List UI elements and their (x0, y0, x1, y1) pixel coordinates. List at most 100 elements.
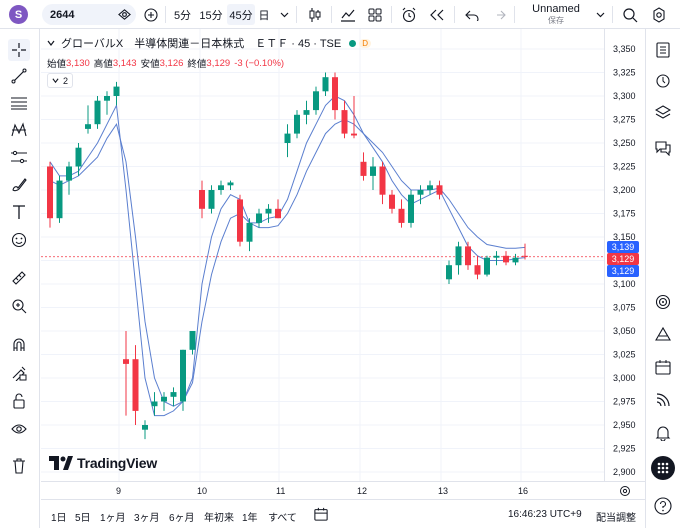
range-1d[interactable]: 1日 (51, 509, 67, 524)
clock-display[interactable]: 16:46:23 UTC+9 (508, 509, 582, 520)
horizontal-lines-icon[interactable] (8, 92, 30, 114)
candle-body (398, 208, 405, 223)
time-tick-label: 12 (357, 486, 367, 496)
crosshair-icon[interactable] (8, 39, 30, 61)
chart-pane[interactable]: グローバルX 半導体関連－日本株式 ＥＴＦ · 45 · TSE D 始値 3,1… (41, 29, 604, 481)
price-tick-label: 3,075 (613, 303, 636, 313)
layers-icon[interactable] (652, 101, 674, 123)
ruler-icon[interactable] (8, 267, 30, 289)
candle-body (332, 77, 338, 111)
ma-slow-line (49, 118, 526, 407)
price-tick-label: 3,275 (613, 115, 636, 125)
candle-body (180, 349, 186, 402)
alerts-clock-icon[interactable] (652, 69, 674, 91)
indicators-toggle-button[interactable]: 2 (47, 73, 74, 88)
tradingview-logo-icon (49, 456, 73, 470)
range-ytd[interactable]: 年初来 (204, 509, 234, 524)
candle-body (284, 133, 291, 143)
emoji-icon[interactable] (8, 229, 30, 251)
time-axis[interactable]: 9 10 11 12 13 16 (41, 481, 645, 499)
candle-body (170, 392, 177, 397)
legend-title-row: グローバルX 半導体関連－日本株式 ＥＴＦ · 45 · TSE D (47, 35, 371, 51)
candle-body (218, 185, 224, 190)
calendar-icon[interactable] (652, 356, 674, 378)
collapse-chevron-icon[interactable] (47, 39, 55, 47)
candle-body (208, 190, 215, 209)
candle-body (123, 359, 129, 364)
price-tick-label: 3,300 (613, 91, 636, 101)
candle-body (370, 166, 376, 176)
ma2-price-label: 3,129 (607, 265, 639, 278)
timeframe-15m[interactable]: 15分 (197, 4, 225, 25)
timeframe-dropdown-icon[interactable] (277, 4, 291, 25)
compare-eye-icon[interactable] (118, 8, 131, 21)
trash-icon[interactable] (8, 455, 30, 477)
candle-body (104, 96, 110, 101)
brush-icon[interactable] (8, 173, 30, 195)
range-5d[interactable]: 5日 (75, 509, 91, 524)
user-avatar[interactable]: S (9, 5, 28, 24)
stream-icon[interactable] (652, 389, 674, 411)
trend-line-icon[interactable] (8, 65, 30, 87)
axis-settings-gear-icon[interactable] (619, 485, 631, 497)
measure-tool-icon[interactable] (8, 146, 30, 168)
candle-body (351, 133, 357, 136)
quick-search-icon[interactable] (619, 4, 641, 25)
apps-grid-icon[interactable] (651, 456, 675, 480)
bottom-toolbar: 1日 5日 1ヶ月 3ヶ月 6ヶ月 年初来 1年 すべて 16:46:23 UT… (41, 499, 645, 528)
timeframe-1d[interactable]: 日 (257, 4, 271, 25)
dividend-adjust-toggle[interactable]: 配当調整 (596, 509, 636, 524)
redo-icon[interactable] (489, 4, 509, 25)
magnet-icon[interactable] (8, 334, 30, 356)
candle-body (389, 194, 395, 209)
candle-body (436, 185, 443, 195)
undo-icon[interactable] (462, 4, 482, 25)
layout-name-button[interactable]: Unnamed 保存 (521, 3, 591, 27)
zoom-in-icon[interactable] (8, 295, 30, 317)
date-range-calendar-icon[interactable] (314, 507, 328, 521)
tradingview-watermark[interactable]: TradingView (49, 455, 157, 471)
watchlist-icon[interactable] (652, 39, 674, 61)
range-1m[interactable]: 1ヶ月 (100, 509, 126, 524)
indicators-icon[interactable] (337, 4, 359, 25)
lock-drawing-icon[interactable] (8, 362, 30, 384)
candle-body (313, 91, 319, 111)
price-tick-label: 3,050 (613, 326, 636, 336)
candle-style-icon[interactable] (304, 4, 326, 25)
chat-icon[interactable] (652, 137, 674, 159)
notifications-bell-icon[interactable] (652, 422, 674, 444)
alert-clock-icon[interactable] (398, 4, 420, 25)
replay-icon[interactable] (426, 4, 448, 25)
symbol-full-name[interactable]: グローバルX 半導体関連－日本株式 ＥＴＦ · 45 · TSE (61, 35, 341, 51)
pattern-tool-icon[interactable] (8, 119, 30, 141)
candle-body (113, 86, 120, 96)
range-1y[interactable]: 1年 (242, 509, 258, 524)
layouts-grid-icon[interactable] (364, 4, 386, 25)
range-all[interactable]: すべて (268, 509, 297, 524)
candle-body (75, 147, 82, 167)
top-toolbar: S 2644 5分 15分 45分 日 Unnamed 保存 (0, 0, 680, 29)
price-tick-label: 2,975 (613, 397, 636, 407)
candle-body (341, 110, 348, 134)
layout-dropdown-icon[interactable] (593, 4, 607, 25)
price-tick-label: 3,025 (613, 350, 636, 360)
visibility-eye-icon[interactable] (8, 418, 30, 440)
symbol-search-box[interactable]: 2644 (42, 4, 136, 25)
add-symbol-icon[interactable] (141, 4, 161, 25)
timeframe-45m[interactable]: 45分 (227, 4, 255, 25)
help-icon[interactable] (652, 495, 674, 517)
price-chart[interactable] (41, 29, 604, 481)
candle-body (47, 166, 53, 219)
ideas-icon[interactable] (652, 323, 674, 345)
range-3m[interactable]: 3ヶ月 (134, 509, 160, 524)
open-label: 始値 (47, 59, 67, 70)
high-value: 3,143 (112, 57, 137, 69)
text-tool-icon[interactable] (8, 201, 30, 223)
range-6m[interactable]: 6ヶ月 (169, 509, 195, 524)
settings-gear-icon[interactable] (648, 4, 670, 25)
timeframe-5m[interactable]: 5分 (170, 4, 195, 25)
candle-body (322, 77, 329, 92)
target-icon[interactable] (652, 291, 674, 313)
lock-icon[interactable] (8, 390, 30, 412)
price-tick-label: 2,950 (613, 420, 636, 430)
